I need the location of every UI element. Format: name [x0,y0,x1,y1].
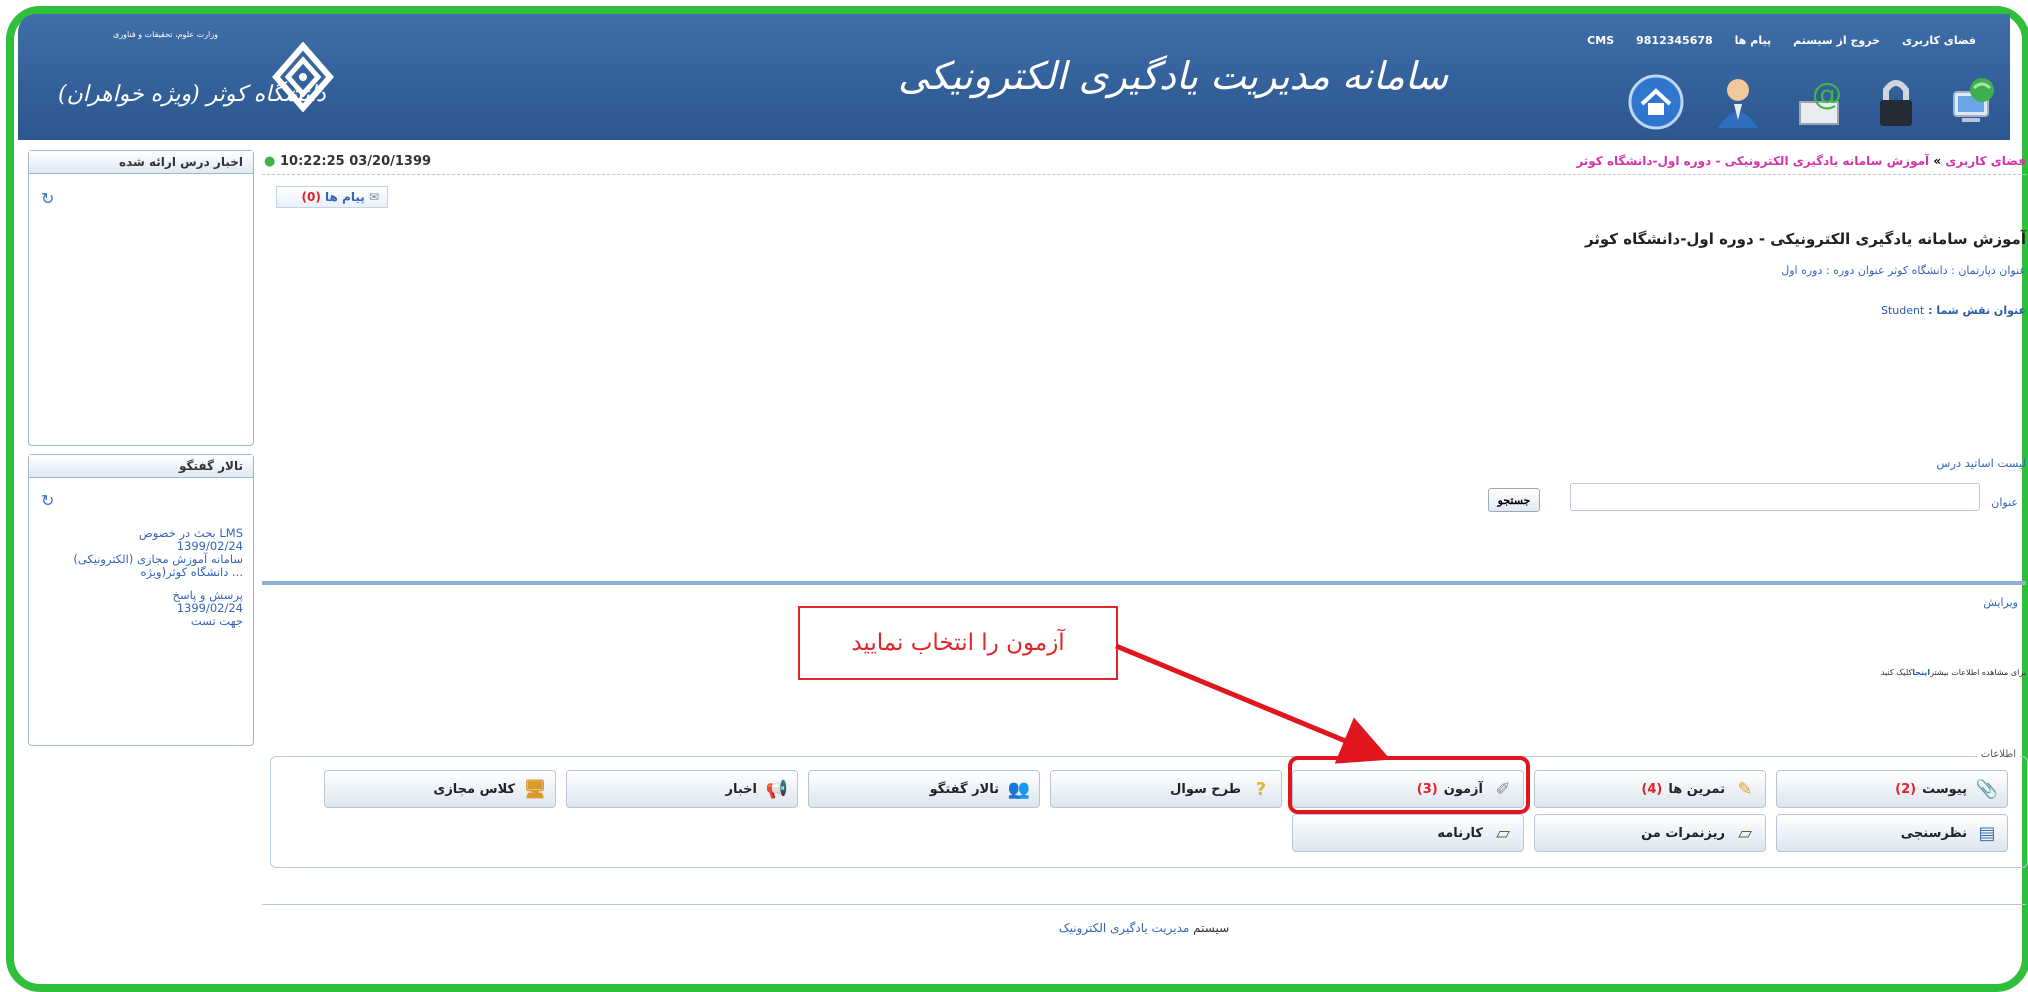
paperclip-icon: 📎 [1975,778,1999,800]
forum-panel: تالار گفتگو ↻ بحث در خصوص LMS 1399/02/24… [28,454,254,746]
exercises-button[interactable]: ✎ تمرین ها (4) [1534,770,1766,808]
link-user-space[interactable]: فضای کاربری [1902,34,1976,47]
email-icon[interactable]: @ [1790,74,1846,130]
status-bar: ● 10:22:25 03/20/1399 فضای کاربری » آموز… [262,150,2026,175]
exam-highlight-box [1288,756,1530,814]
link-messages[interactable]: پیام ها [1735,34,1771,47]
teachers-list-title: لیست اساتید درس [1936,456,2026,470]
search-label: عنوان [1991,496,2018,509]
edit-link[interactable]: ویرایش [1983,596,2018,609]
home-icon[interactable] [1628,74,1684,130]
search-input[interactable] [1570,483,1980,511]
document-pen-icon: ▱ [1496,822,1510,844]
footer-prefix: سیستم [1193,921,1230,935]
ministry-label: وزارت علوم، تحقیقات و فناوری [113,30,218,39]
breadcrumb-separator: » [1929,154,1946,168]
instruction-callout: آزمون را انتخاب نمایید [798,606,1118,680]
survey-button[interactable]: ▤ نظرسنجی [1776,814,2008,852]
forum-item-text: جهت تست [190,614,243,628]
megaphone-icon: 📢 [765,778,789,800]
network-computer-icon[interactable] [1944,74,2000,130]
envelope-icon: ✉ [368,190,379,204]
more-info-link[interactable]: اینجا [1912,668,1930,677]
refresh-icon[interactable]: ↻ [41,491,54,510]
question-icon: ? [1255,778,1267,800]
messages-count: (0) [301,190,321,204]
top-links: فضای کاربری خروج از سیستم پیام ها 981234… [1587,34,1976,47]
site-title: سامانه مدیریت یادگیری الکترونیکی [898,54,1449,98]
forum-list: بحث در خصوص LMS 1399/02/24 سامانه آموزش … [27,527,253,628]
messages-label: پیام ها [325,190,365,204]
messages-button[interactable]: ✉ پیام ها (0) [276,186,388,208]
classroom-icon: 🖥 [523,778,547,800]
clock: 10:22:25 03/20/1399 [280,154,432,169]
link-cms[interactable]: CMS [1587,34,1614,47]
breadcrumb: فضای کاربری » آموزش سامانه یادگیری الکتر… [1576,154,2026,168]
user-icon[interactable] [1710,74,1766,130]
role-line: عنوان نقش شما : Student [1881,304,2026,317]
info-legend: اطلاعات [1976,749,2020,760]
news-panel-title: اخبار درس ارائه شده [29,151,253,174]
forum-item[interactable]: پرسش و پاسخ 1399/02/24 جهت تست [27,589,253,628]
pencil-notepad-icon: ✎ [1737,778,1753,800]
content-bottom-border [262,904,2026,905]
search-button[interactable]: جستجو [1488,488,1540,512]
university-logo [272,42,334,112]
role-value: Student [1880,304,1925,317]
survey-chart-icon: ▤ [1978,822,1996,844]
people-icon: 👥 [1007,778,1031,800]
footer: سیستم مدیریت یادگیری الکترونیک [262,921,2026,935]
more-info-text: برای مشاهده اطلاعات بیشتراینجاکلیک کنید [1881,668,2026,677]
forum-button[interactable]: 👥 تالار گفتگو [808,770,1040,808]
section-divider [262,581,2026,585]
forum-panel-title: تالار گفتگو [29,455,253,478]
online-status-icon: ● [264,154,276,169]
forum-item[interactable]: بحث در خصوص LMS 1399/02/24 سامانه آموزش … [27,527,253,579]
main-content: ● 10:22:25 03/20/1399 فضای کاربری » آموز… [262,150,2028,935]
course-title: آموزش سامانه یادگیری الکترونیکی - دوره ا… [1584,230,2026,248]
forum-item-text: دانشگاه کوثر(ویژه ... [140,565,243,579]
report-card-button[interactable]: ▱ کارنامه [1292,814,1524,852]
virtual-class-button[interactable]: 🖥 کلاس مجازی [324,770,556,808]
site-header: فضای کاربری خروج از سیستم پیام ها 981234… [18,14,2010,140]
user-id: 9812345678 [1636,34,1713,47]
footer-text: مدیریت یادگیری الکترونیک [1058,921,1194,935]
course-meta: عنوان دپارتمان : دانشگاه کوثر عنوان دوره… [1781,264,2026,277]
breadcrumb-home[interactable]: فضای کاربری [1945,154,2026,168]
refresh-icon[interactable]: ↻ [41,189,54,208]
news-button[interactable]: 📢 اخبار [566,770,798,808]
link-logout[interactable]: خروج از سیستم [1793,34,1880,47]
my-grades-button[interactable]: ▱ ریزنمرات من [1534,814,1766,852]
attachments-button[interactable]: 📎 پیوست (2) [1776,770,2008,808]
svg-text:@: @ [1812,77,1842,112]
more-info-suffix: کلیک کنید [1880,668,1913,677]
left-column: اخبار درس ارائه شده ↻ تالار گفتگو ↻ بحث … [28,150,254,746]
question-design-button[interactable]: ? طرح سوال [1050,770,1282,808]
breadcrumb-course[interactable]: آموزش سامانه یادگیری الکترونیکی - دوره ا… [1576,154,1929,168]
role-label: عنوان نقش شما : [1924,304,2026,317]
more-info-prefix: برای مشاهده اطلاعات بیشتر [1930,668,2026,677]
document-pen-icon: ▱ [1738,822,1752,844]
lock-icon[interactable] [1868,74,1924,130]
news-panel: اخبار درس ارائه شده ↻ [28,150,254,446]
